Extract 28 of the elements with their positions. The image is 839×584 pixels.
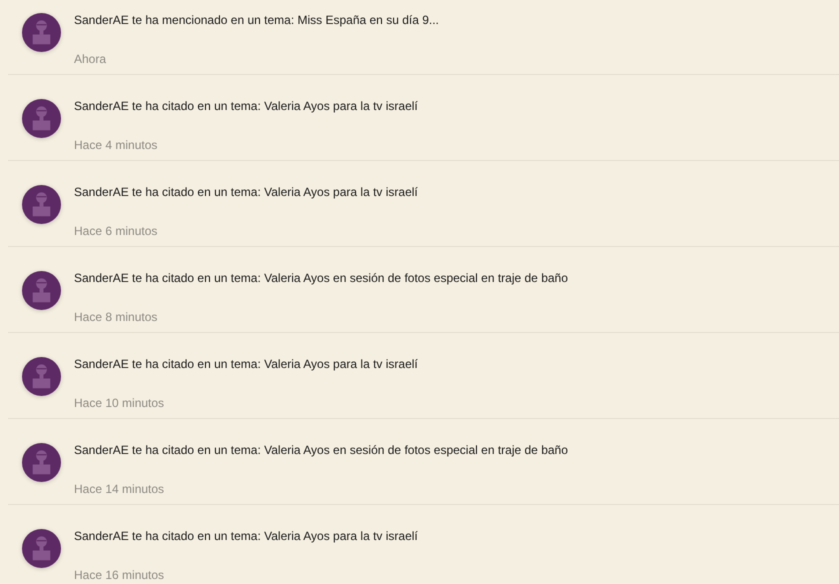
avatar-icon [22,13,61,52]
notification-row[interactable]: SanderAE te ha citado en un tema: Valeria Ayos en sesión de fotos especial en traje de baño Hace 14 minutos [8,419,839,505]
notification-row[interactable]: SanderAE te ha citado en un tema: Valeria Ayos para la tv israelí Hace 6 minutos [8,161,839,247]
notification-time: Hace 4 minutos [74,138,158,153]
notification-message: SanderAE te ha citado en un tema: Valeria Ayos para la tv israelí [74,185,418,200]
avatar-icon [22,185,61,224]
notification-message: SanderAE te ha mencionado en un tema: Miss España en su día 9... [74,13,439,28]
notification-message: SanderAE te ha citado en un tema: Valeria Ayos para la tv israelí [74,99,418,114]
avatar-icon [22,529,61,568]
avatar-icon [22,271,61,310]
notification-message: SanderAE te ha citado en un tema: Valeria Ayos en sesión de fotos especial en traje de baño [74,443,568,458]
notification-time: Hace 16 minutos [74,568,166,583]
notification-message: SanderAE te ha citado en un tema: Valeria Ayos para la tv israelí [74,357,418,372]
notification-time: Hace 6 minutos [74,224,158,239]
notification-row[interactable]: SanderAE te ha citado en un tema: Valeria Ayos para la tv israelí Hace 16 minutos [8,505,839,584]
notification-time: Hace 10 minutos [74,396,166,411]
notification-message: SanderAE te ha citado en un tema: Valeria Ayos en sesión de fotos especial en traje de baño [74,271,568,286]
notification-time: Hace 8 minutos [74,310,158,325]
notification-message: SanderAE te ha citado en un tema: Valeria Ayos para la tv israelí [74,529,418,544]
notification-time: Hace 14 minutos [74,482,166,497]
notification-time: Ahora [74,52,108,67]
avatar-icon [22,99,61,138]
notification-row[interactable]: SanderAE te ha citado en un tema: Valeria Ayos para la tv israelí Hace 4 minutos [8,75,839,161]
avatar-icon [22,357,61,396]
avatar-icon [22,443,61,482]
notification-row[interactable]: SanderAE te ha citado en un tema: Valeria Ayos en sesión de fotos especial en traje de baño Hace 8 minutos [8,247,839,333]
notification-row[interactable]: SanderAE te ha mencionado en un tema: Miss España en su día 9... Ahora [8,0,839,75]
notification-row[interactable]: SanderAE te ha citado en un tema: Valeria Ayos para la tv israelí Hace 10 minutos [8,333,839,419]
